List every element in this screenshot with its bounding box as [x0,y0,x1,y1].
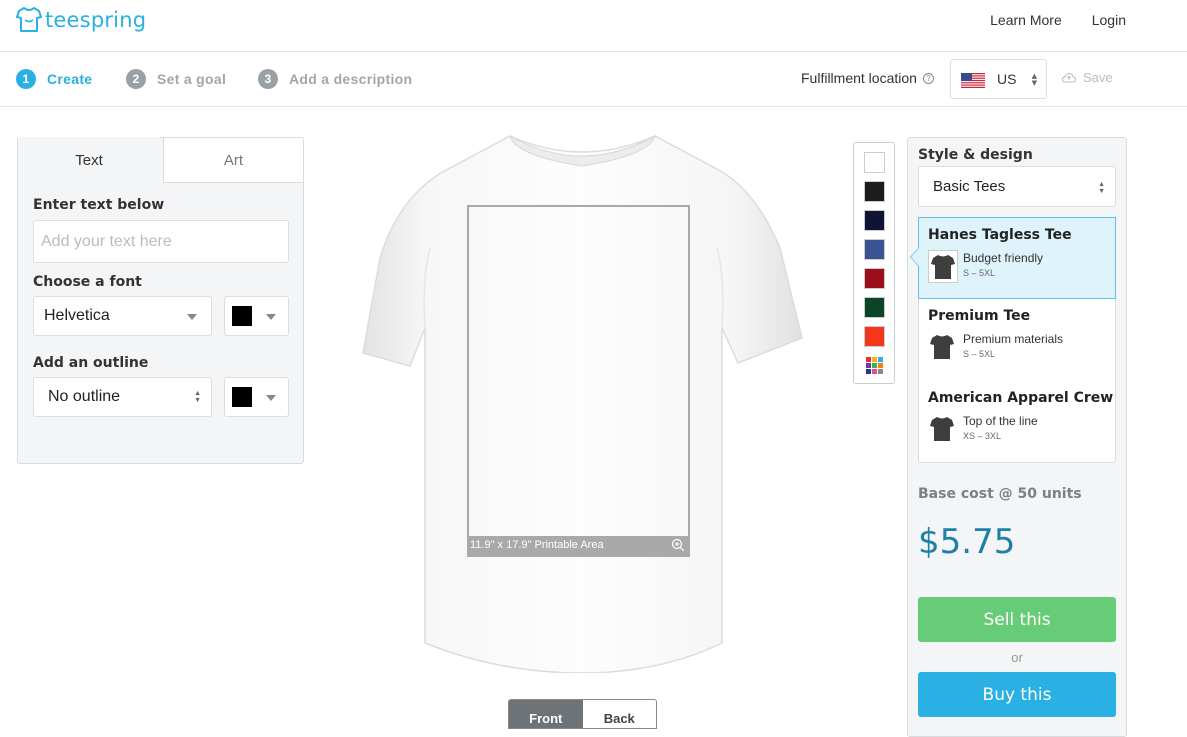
product-name: Premium Tee [928,308,1031,324]
fulfillment-label-text: Fulfillment location [801,70,917,86]
product-name: Hanes Tagless Tee [928,227,1072,243]
zoom-in-icon[interactable] [671,538,685,552]
sell-this-button[interactable]: Sell this [918,597,1116,642]
tab-text[interactable]: Text [18,137,160,183]
fulfillment-label: Fulfillment location ? [801,70,934,86]
steps-bar: 1 Create 2 Set a goal 3 Add a descriptio… [0,52,1187,107]
product-description: Premium materials [963,332,1064,346]
brand-logo[interactable]: teespring [16,6,146,34]
color-swatch-maroon[interactable] [864,268,885,289]
base-cost-price: $5.75 [918,522,1016,562]
selection-pointer [910,247,919,267]
product-hanes-tagless-tee[interactable]: Hanes Tagless Tee Budget friendly S – 5X… [910,217,1116,299]
login-link[interactable]: Login [1092,12,1126,28]
product-name: American Apparel Crew [928,390,1114,406]
font-color-picker[interactable] [224,296,289,336]
editor-tabs: Text Art [18,137,304,183]
more-colors-icon[interactable] [866,357,883,374]
front-view-button[interactable]: Front [509,700,583,728]
select-arrows-icon: ▲ ▼ [1031,72,1037,87]
font-color-swatch [232,306,252,326]
help-icon[interactable]: ? [922,72,934,84]
tshirt-logo-icon [16,7,42,32]
country-select[interactable]: US ▲ ▼ [950,59,1047,99]
style-select-value: Basic Tees [933,178,1006,195]
product-sizes: S – 5XL [963,268,996,278]
printable-area-label: 11.9" x 17.9" Printable Area [469,536,688,555]
product-sizes: S – 5XL [963,349,996,359]
color-swatch-white[interactable] [864,152,885,173]
style-design-title: Style & design [918,147,1033,163]
country-value: US [997,71,1017,87]
product-sizes: XS – 3XL [963,431,1002,441]
product-description: Top of the line [963,414,1038,428]
step-label: Add a description [289,71,413,87]
base-cost-label: Base cost @ 50 units [918,486,1082,502]
color-swatch-navy[interactable] [864,210,885,231]
caret-down-icon [187,314,197,320]
back-view-button[interactable]: Back [582,700,656,728]
printable-area[interactable]: 11.9" x 17.9" Printable Area [467,205,690,557]
caret-down-icon [266,395,276,401]
font-value: Helvetica [44,307,110,324]
step-add-description[interactable]: 3 Add a description [258,69,412,89]
learn-more-link[interactable]: Learn More [990,12,1062,28]
text-input[interactable] [33,220,289,263]
save-button[interactable]: Save [1062,70,1113,85]
step-number: 2 [126,69,146,89]
save-label: Save [1083,70,1113,85]
outline-color-picker[interactable] [224,377,289,417]
select-arrows-icon: ▲ ▼ [194,390,201,404]
product-list: Hanes Tagless Tee Budget friendly S – 5X… [910,217,1117,463]
caret-down-icon [266,314,276,320]
printable-area-text: 11.9" x 17.9" Printable Area [470,539,604,551]
cloud-upload-icon [1062,72,1076,82]
step-set-goal[interactable]: 2 Set a goal [126,69,226,89]
style-select[interactable]: Basic Tees ▲ ▼ [918,166,1116,207]
tshirt-thumbnail-icon [928,331,958,364]
style-panel: Style & design Basic Tees ▲ ▼ Hanes Tagle… [907,137,1127,737]
top-nav: Learn More Login [990,12,1126,28]
select-arrows-icon: ▲ ▼ [1098,181,1105,195]
design-editor-panel: Text Art Enter text below Choose a font … [17,137,304,464]
tshirt-thumbnail-icon [928,250,958,283]
outline-value: No outline [48,388,121,405]
product-premium-tee[interactable]: Premium Tee Premium materials S – 5XL [919,299,1117,381]
font-select[interactable]: Helvetica [33,296,212,336]
view-toggle: Front Back [508,699,657,729]
us-flag-icon [961,73,985,88]
tshirt-thumbnail-icon [928,413,958,446]
color-swatch-black[interactable] [864,181,885,202]
text-label: Enter text below [33,197,165,213]
top-navigation-bar: teespring Learn More Login [0,0,1187,52]
color-swatch-orange-red[interactable] [864,326,885,347]
color-swatch-royal-blue[interactable] [864,239,885,260]
tab-art[interactable]: Art [163,137,304,183]
step-label: Create [47,71,93,87]
brand-name: teespring [45,8,147,32]
font-label: Choose a font [33,274,142,290]
product-american-apparel-crew[interactable]: American Apparel Crew Top of the line XS… [919,381,1117,463]
step-label: Set a goal [157,71,227,87]
product-description: Budget friendly [963,251,1044,265]
outline-label: Add an outline [33,355,149,371]
outline-color-swatch [232,387,252,407]
shirt-color-picker [853,142,895,384]
or-divider: or [1011,650,1023,665]
step-create[interactable]: 1 Create [16,69,92,89]
color-swatch-forest-green[interactable] [864,297,885,318]
buy-this-button[interactable]: Buy this [918,672,1116,717]
step-number: 3 [258,69,278,89]
step-number: 1 [16,69,36,89]
outline-select[interactable]: No outline ▲ ▼ [33,377,212,417]
